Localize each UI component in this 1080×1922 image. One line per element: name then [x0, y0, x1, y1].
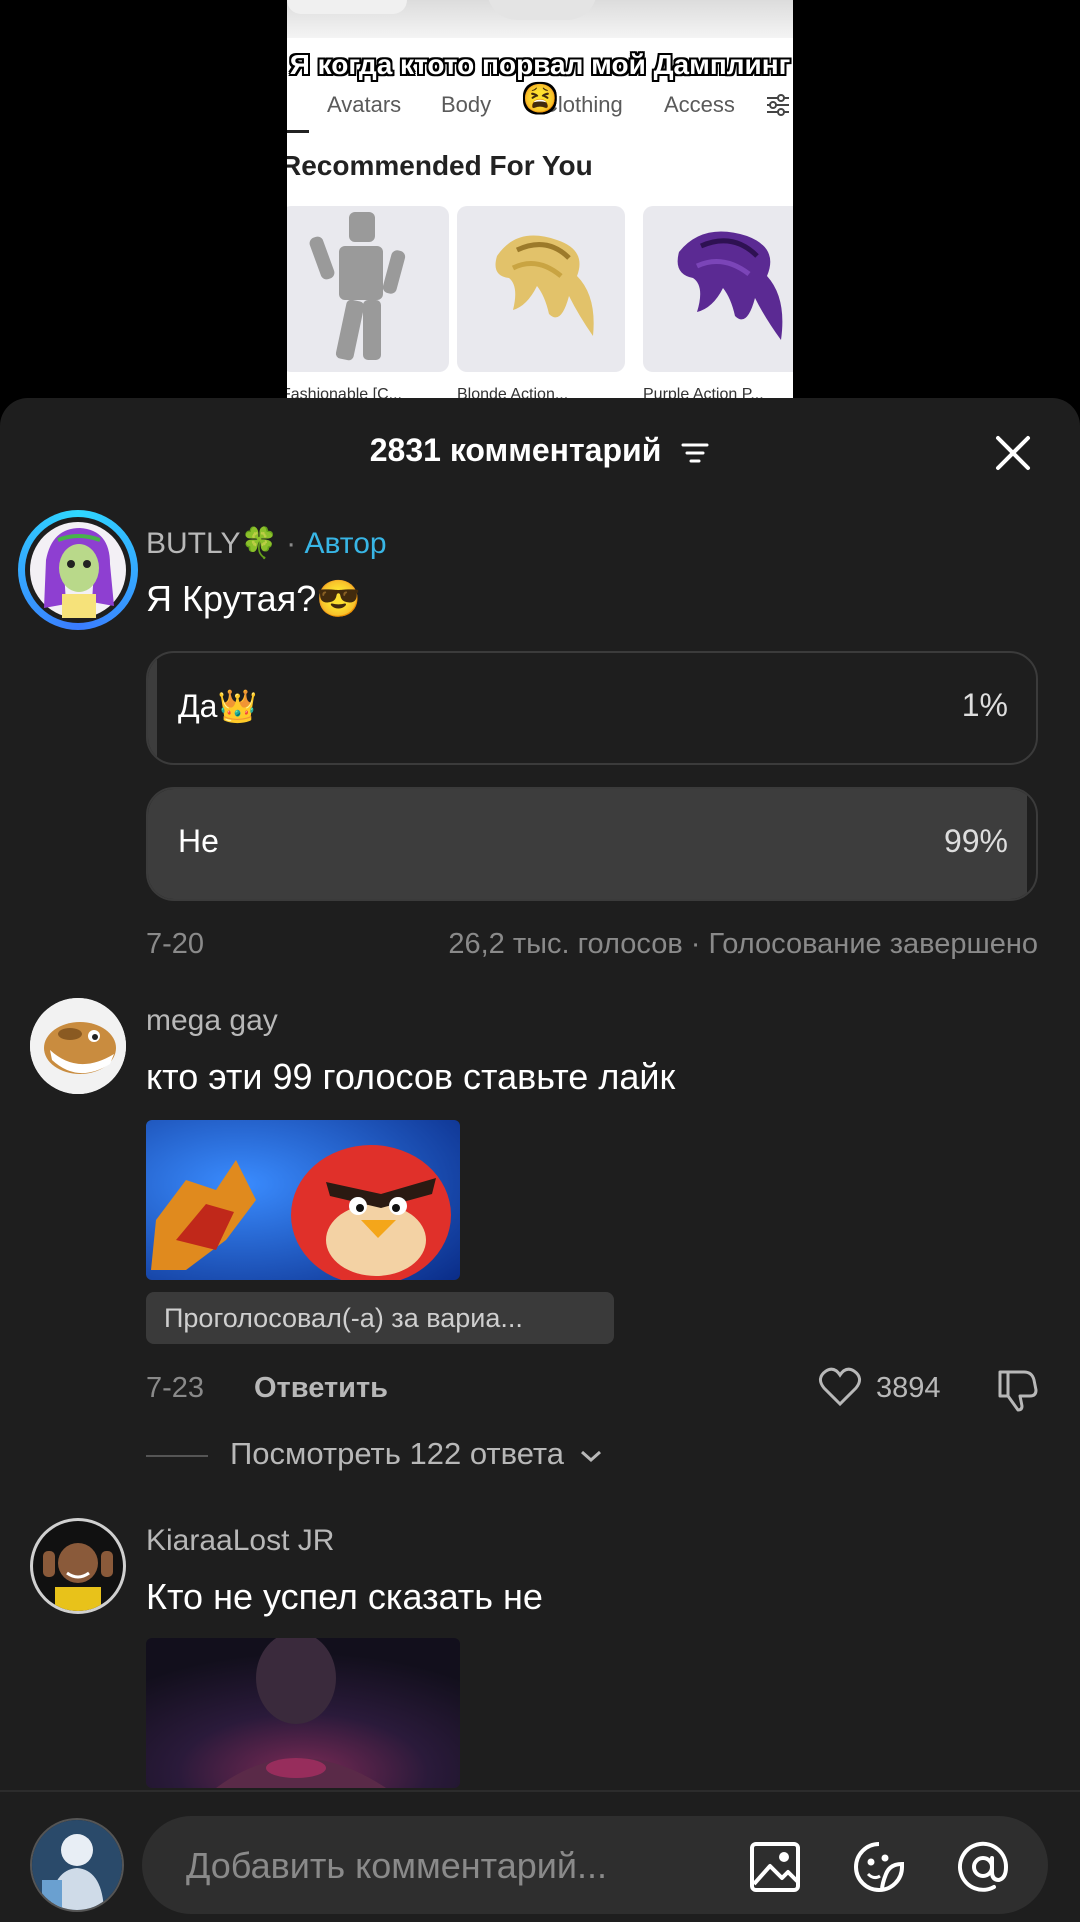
video-caption-overlay: Я когда ктото порвал мой Дамплинг😫	[289, 49, 791, 114]
comment-author[interactable]: KiaraaLost JR	[146, 1524, 334, 1558]
item-card	[287, 206, 449, 372]
author-tag: Автор	[304, 527, 387, 560]
video-pill	[287, 0, 407, 14]
vote-chip[interactable]: Проголосовал(-а) за вариа...	[146, 1292, 614, 1344]
poll-option[interactable]: Да👑 1%	[146, 651, 1038, 765]
comment-composer: Добавить комментарий...	[0, 1790, 1080, 1922]
sort-icon[interactable]	[680, 440, 710, 466]
chevron-down-icon	[580, 1450, 601, 1462]
user-avatar-icon	[32, 1820, 122, 1910]
section-title: Recommended For You	[287, 150, 593, 181]
poll-option-label: Не	[178, 823, 219, 859]
heart-icon	[819, 1367, 861, 1407]
tab-underline	[287, 130, 309, 133]
comment-date: 7-20	[146, 928, 205, 960]
mention-icon[interactable]	[956, 1840, 1010, 1894]
poll-summary: 26,2 тыс. голосов · Голосование завершен…	[448, 928, 1038, 960]
poll-option-percent: 1%	[961, 687, 1008, 723]
comment-text: Кто не успел сказать не	[146, 1576, 543, 1617]
dark-portrait-image	[146, 1638, 460, 1788]
divider-line	[146, 1454, 208, 1457]
comment-input[interactable]: Добавить комментарий...	[142, 1816, 1048, 1914]
angry-bird-image	[146, 1120, 460, 1280]
item-card	[457, 206, 625, 372]
poll-option[interactable]: Не 99%	[146, 787, 1038, 901]
sticker-icon[interactable]	[852, 1840, 906, 1894]
view-replies-label: Посмотреть 122 ответа	[230, 1436, 565, 1471]
item-card	[643, 206, 793, 372]
poll-option-percent: 99%	[943, 823, 1008, 859]
view-replies-button[interactable]: Посмотреть 122 ответа	[146, 1436, 603, 1472]
purple-hair-icon	[677, 231, 783, 340]
image-icon[interactable]	[748, 1840, 802, 1894]
comment-text: кто эти 99 голосов ставьте лайк	[146, 1056, 676, 1097]
comment-count-title[interactable]: 2831 комментарий	[0, 432, 1080, 469]
poll-option-label: Да👑	[178, 688, 258, 724]
avatar	[25, 517, 131, 623]
avatar[interactable]	[30, 1518, 126, 1614]
comment-image[interactable]	[146, 1638, 460, 1788]
comment-author[interactable]: mega gay	[146, 1004, 278, 1038]
sheet-header: 2831 комментарий	[0, 398, 1080, 508]
comment-count: 2831 комментарий	[369, 432, 662, 468]
comment-text: Я Крутая?😎	[146, 578, 362, 619]
comments-sheet: 2831 комментарий BUTLY🍀 · Автор Я Крутая…	[0, 398, 1080, 1920]
poll-fill	[148, 653, 157, 763]
video-area[interactable]: Avatars Body Clothing Access Recommended…	[0, 0, 1080, 400]
avatar-figure-icon	[309, 212, 406, 361]
person-avatar-icon	[33, 1521, 123, 1611]
poll-fill	[148, 789, 1028, 899]
blonde-hair-icon	[495, 235, 594, 336]
like-button[interactable]: 3894	[818, 1364, 958, 1410]
dinosaur-avatar-icon	[30, 998, 126, 1094]
comment-author[interactable]: BUTLY🍀 · Автор	[146, 526, 387, 561]
reply-button[interactable]: Ответить	[254, 1372, 388, 1405]
author-name: BUTLY🍀	[146, 527, 278, 560]
comment-image[interactable]	[146, 1120, 460, 1280]
close-icon[interactable]	[990, 430, 1036, 476]
comment-date: 7-23	[146, 1372, 205, 1404]
avatar[interactable]	[30, 998, 126, 1094]
dislike-icon[interactable]	[994, 1366, 1040, 1412]
like-count: 3894	[876, 1372, 941, 1404]
comment-input-placeholder: Добавить комментарий...	[186, 1845, 608, 1886]
my-avatar[interactable]	[30, 1818, 124, 1912]
avatar-ring[interactable]	[18, 510, 138, 630]
